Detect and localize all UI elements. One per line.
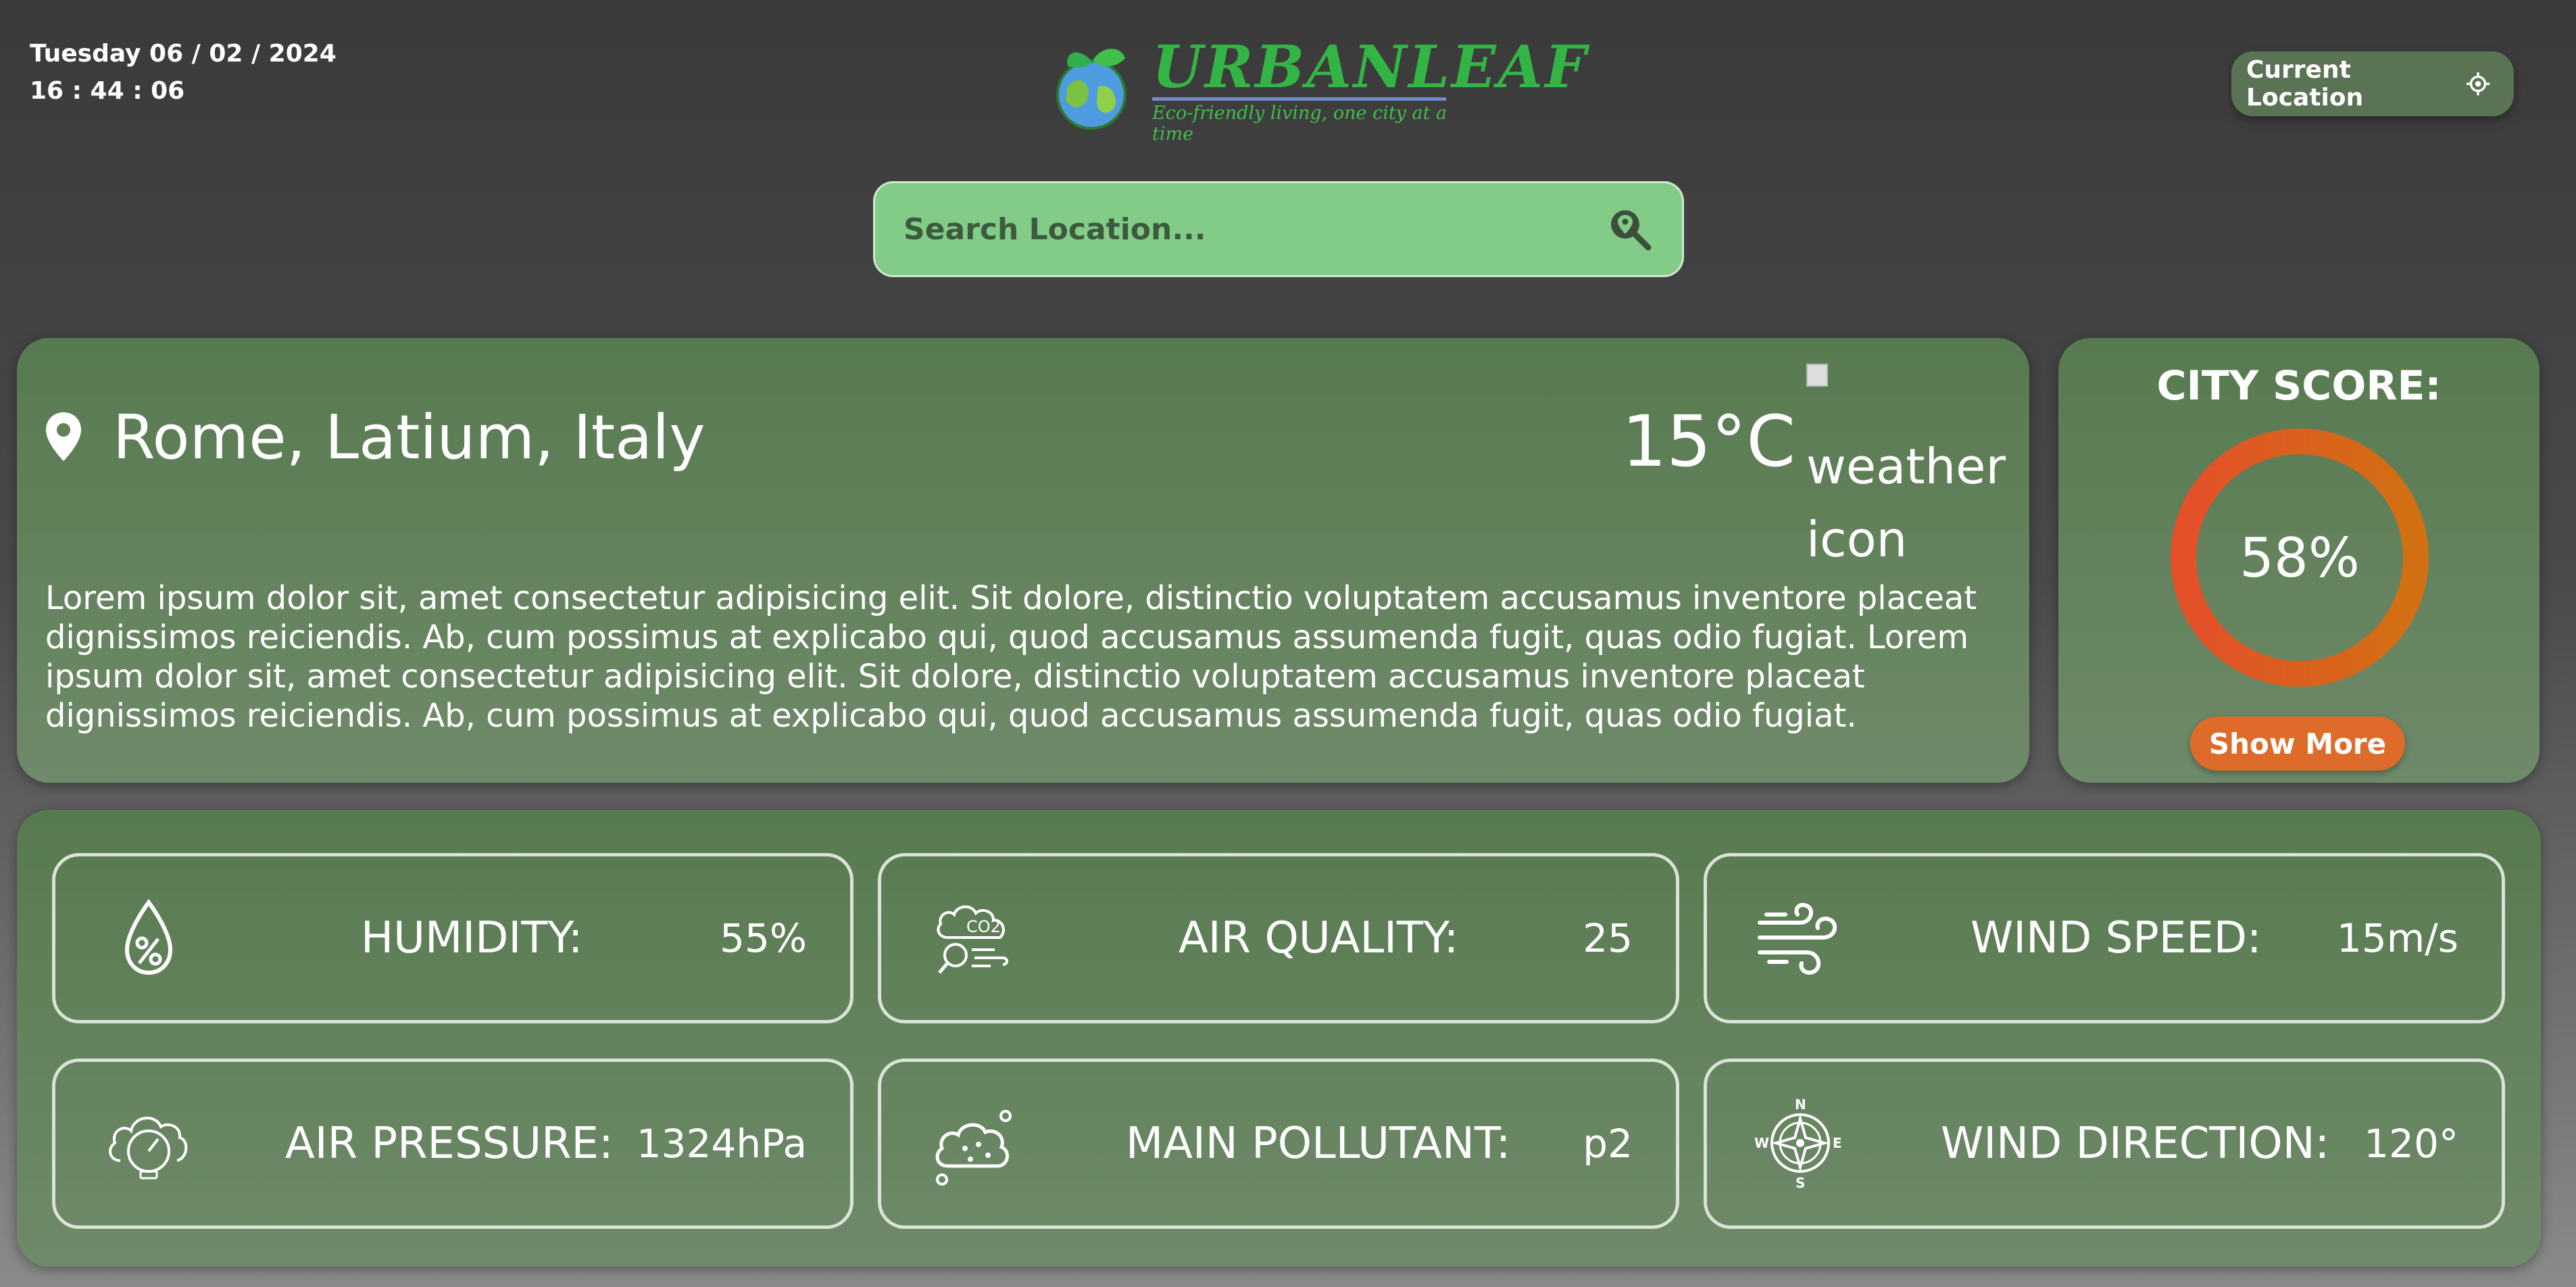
location-pin-icon xyxy=(46,412,81,461)
city-score-card: CITY SCORE: 58% Show More xyxy=(2058,338,2540,783)
stat-main-pollutant: MAIN POLLUTANT: p2 xyxy=(878,1059,1679,1229)
stat-air-pressure: AIR PRESSURE: 1324hPa xyxy=(52,1059,853,1229)
current-location-button[interactable]: Current Location xyxy=(2231,51,2514,116)
stat-label: HUMIDITY: xyxy=(361,913,583,963)
broken-image-icon xyxy=(1806,364,1828,387)
stat-label: WIND SPEED: xyxy=(1971,913,2262,963)
pollutant-cloud-icon xyxy=(935,1110,1012,1186)
globe-leaf-icon xyxy=(1056,49,1126,130)
brand-tagline: Eco-friendly living, one city at a time xyxy=(1152,103,1447,145)
time-text: 16 : 44 : 06 xyxy=(30,77,185,105)
stats-panel: HUMIDITY: 55% CO2 AIR QUALITY: 25 WIND S… xyxy=(17,810,2541,1267)
svg-text:E: E xyxy=(1833,1135,1842,1151)
svg-text:N: N xyxy=(1795,1096,1806,1113)
compass-icon: N S W E xyxy=(1754,1096,1842,1190)
co2-cloud-icon: CO2 xyxy=(937,905,1008,974)
pressure-gauge-icon xyxy=(109,1117,188,1180)
crosshair-icon xyxy=(2466,72,2490,96)
stat-value: 1324hPa xyxy=(636,1121,807,1167)
datetime: Tuesday 06 / 02 / 2024 16 : 44 : 06 xyxy=(30,35,337,110)
brand-name: URBANLEAF xyxy=(1152,33,1589,101)
stat-value: 25 xyxy=(1583,915,1633,961)
temperature: 15°C xyxy=(1622,400,1795,483)
stat-value: 55% xyxy=(720,915,807,961)
date-text: Tuesday 06 / 02 / 2024 xyxy=(30,40,337,68)
stat-value: p2 xyxy=(1583,1121,1633,1167)
humidity-drop-icon xyxy=(124,899,173,975)
stat-label: WIND DIRECTION: xyxy=(1941,1119,2330,1169)
stat-humidity: HUMIDITY: 55% xyxy=(52,853,853,1023)
current-location-label: Current Location xyxy=(2246,56,2364,112)
stat-wind-direction: N S W E WIND DIRECTION: 120° xyxy=(1704,1059,2505,1229)
stat-air-quality: CO2 AIR QUALITY: 25 xyxy=(878,853,1679,1023)
wind-icon xyxy=(1758,902,1837,975)
svg-text:CO2: CO2 xyxy=(966,917,1001,936)
stat-value: 120° xyxy=(2364,1121,2458,1167)
city-score-title: CITY SCORE: xyxy=(2156,362,2442,410)
stat-label: MAIN POLLUTANT: xyxy=(1126,1119,1511,1169)
svg-text:S: S xyxy=(1795,1175,1805,1190)
brand-underline xyxy=(1152,97,1446,101)
city-description: Lorem ipsum dolor sit, amet consectetur … xyxy=(45,579,1977,735)
search-location-icon[interactable] xyxy=(1608,207,1652,251)
svg-text:W: W xyxy=(1754,1135,1769,1151)
stat-wind-speed: WIND SPEED: 15m/s xyxy=(1704,853,2505,1023)
weather-icon-alt: weather icon xyxy=(1806,438,2006,568)
city-card: Rome, Latium, Italy 15°C weather icon Lo… xyxy=(17,338,2029,783)
weather-icon: weather icon xyxy=(1806,357,2009,576)
show-more-button[interactable]: Show More xyxy=(2190,717,2405,771)
stat-label: AIR QUALITY: xyxy=(1179,913,1459,963)
logo[interactable]: URBANLEAF Eco-friendly living, one city … xyxy=(1051,32,1586,145)
city-name: Rome, Latium, Italy xyxy=(113,402,705,473)
stat-value: 15m/s xyxy=(2336,915,2458,961)
search-bar[interactable] xyxy=(873,181,1684,277)
search-input[interactable] xyxy=(902,211,1513,247)
city-score-value: 58% xyxy=(2239,526,2360,589)
stat-label: AIR PRESSURE: xyxy=(285,1119,614,1169)
